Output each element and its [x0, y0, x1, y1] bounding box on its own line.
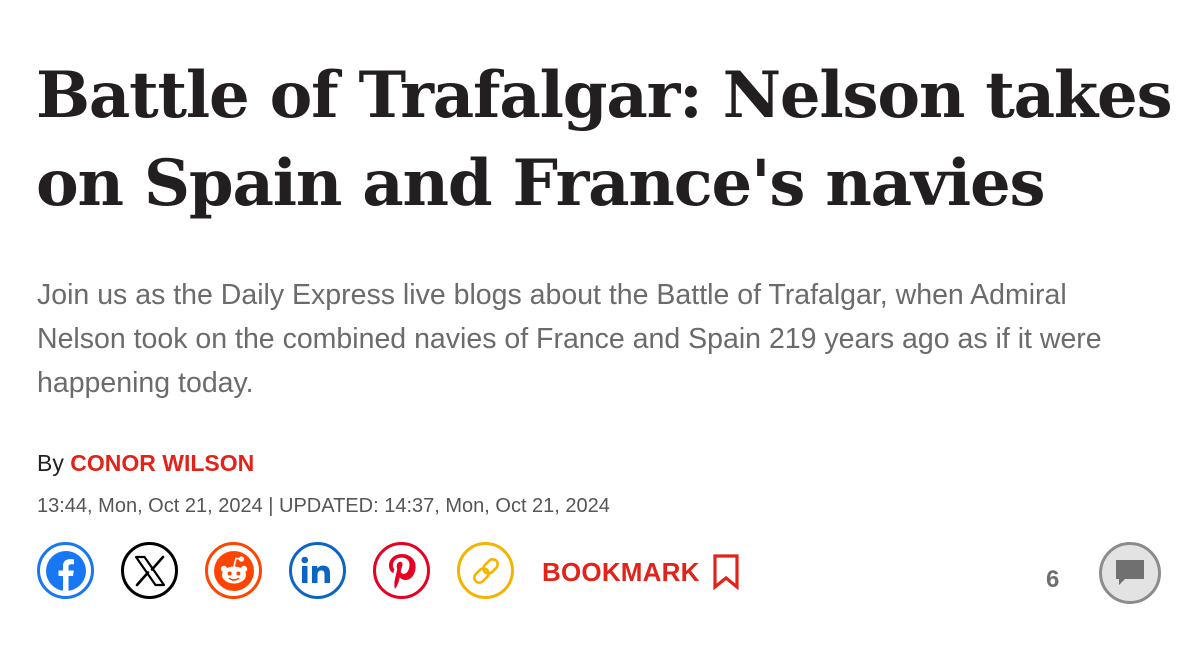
linkedin-icon [300, 556, 330, 583]
bookmark-button[interactable]: BOOKMARK [542, 554, 740, 590]
article-dateline: 13:44, Mon, Oct 21, 2024 | UPDATED: 14:3… [37, 495, 610, 517]
link-icon [472, 557, 499, 584]
bookmark-label: BOOKMARK [542, 556, 700, 587]
bookmark-icon [712, 554, 739, 590]
copy-link-button[interactable] [457, 542, 514, 599]
comment-icon [1116, 560, 1144, 585]
share-x-button[interactable] [121, 542, 178, 599]
author-link[interactable]: CONOR WILSON [70, 450, 254, 476]
byline-prefix: By [37, 450, 71, 476]
x-icon [134, 555, 165, 586]
share-linkedin-button[interactable] [289, 542, 346, 599]
share-facebook-button[interactable] [37, 542, 94, 599]
reddit-icon [213, 550, 254, 591]
pinterest-icon [388, 553, 416, 588]
facebook-icon [45, 550, 86, 592]
share-reddit-button[interactable] [205, 542, 262, 599]
article-headline: Battle of Trafalgar: Nelson takes on Spa… [36, 58, 1173, 221]
byline: By CONOR WILSON [37, 450, 254, 477]
article-standfirst: Join us as the Daily Express live blogs … [37, 279, 1102, 399]
comment-count[interactable]: 6 [1046, 566, 1059, 594]
share-pinterest-button[interactable] [373, 542, 430, 599]
comments-button[interactable] [1099, 542, 1161, 604]
